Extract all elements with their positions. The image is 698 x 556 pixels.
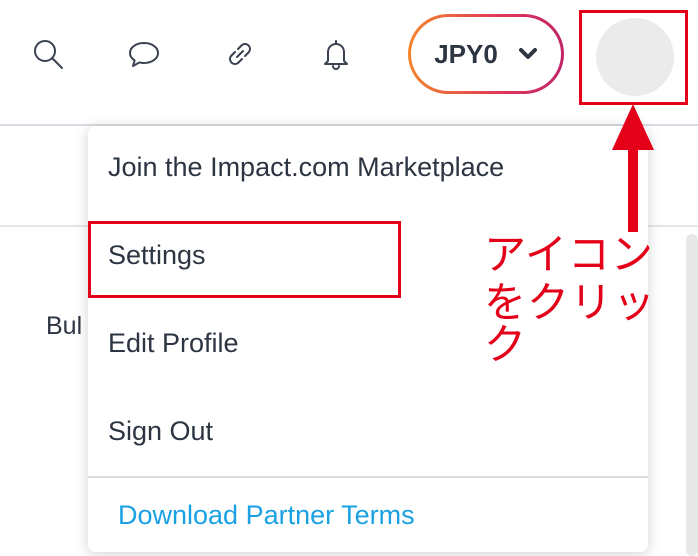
currency-selector[interactable]: JPY0: [408, 14, 564, 94]
arrow-shaft: [628, 140, 638, 232]
download-partner-terms-link[interactable]: Download Partner Terms: [118, 500, 415, 531]
top-bar: JPY0: [0, 0, 698, 124]
currency-label: JPY0: [434, 38, 498, 69]
settings-highlight-box: [88, 221, 401, 298]
annotation-line-2: をクリック: [484, 279, 657, 368]
menu-item-sign-out[interactable]: Sign Out: [108, 416, 213, 447]
bell-icon[interactable]: [316, 34, 356, 74]
link-icon[interactable]: [220, 34, 260, 74]
menu-item-marketplace[interactable]: Join the Impact.com Marketplace: [108, 152, 504, 183]
search-icon[interactable]: [28, 34, 68, 74]
background-partial-text: Bul: [46, 312, 83, 340]
annotation-line-1: アイコン: [484, 231, 654, 278]
menu-item-edit-profile[interactable]: Edit Profile: [108, 328, 239, 359]
chevron-down-icon: [518, 48, 537, 59]
menu-divider: [88, 476, 648, 478]
chat-icon[interactable]: [124, 34, 164, 74]
avatar-highlight-box: [579, 10, 688, 105]
